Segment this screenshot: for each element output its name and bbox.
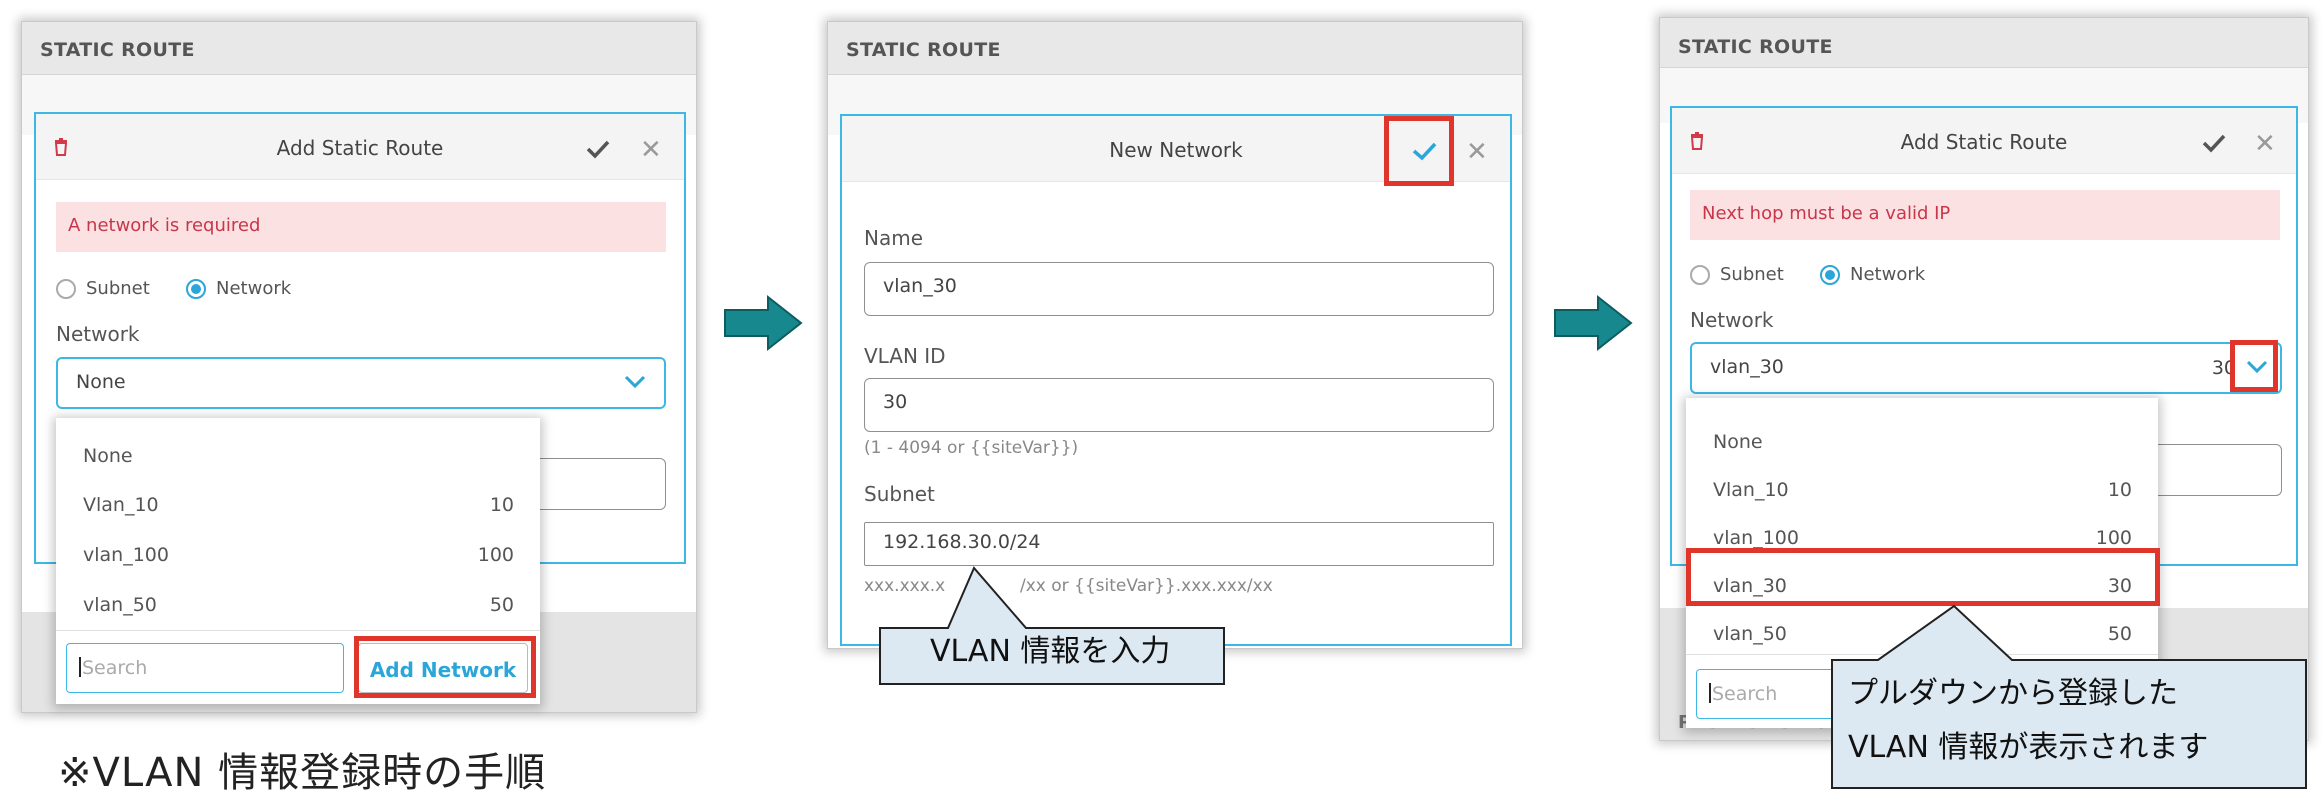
highlight-chevron xyxy=(2230,340,2278,392)
radio-network[interactable]: Network xyxy=(186,278,291,299)
list-item[interactable]: Vlan_10 10 xyxy=(56,481,540,531)
network-select[interactable]: None xyxy=(56,357,666,409)
subnet-label: Subnet xyxy=(864,482,935,506)
name-field[interactable]: vlan_30 xyxy=(864,262,1494,316)
panel-header: STATIC ROUTE xyxy=(828,22,1522,75)
radio-off-icon[interactable] xyxy=(1690,264,1710,285)
close-icon[interactable]: ✕ xyxy=(2254,131,2276,157)
callout-middle-text: VLAN 情報を入力 xyxy=(930,634,1171,669)
check-icon[interactable] xyxy=(586,139,610,159)
highlight-add-network xyxy=(354,636,536,698)
list-item[interactable]: vlan_100 100 xyxy=(56,531,540,581)
radio-network[interactable]: Network xyxy=(1820,264,1925,285)
subnet-field[interactable]: 192.168.30.0/24 xyxy=(864,522,1494,566)
vlan-id-hint: (1 - 4094 or {{siteVar}}) xyxy=(864,438,1079,458)
list-item[interactable]: None xyxy=(1686,418,2158,468)
radio-subnet[interactable]: Subnet xyxy=(1690,264,1784,285)
list-item[interactable]: None xyxy=(56,432,540,482)
radio-on-icon[interactable] xyxy=(1820,264,1840,285)
check-icon[interactable] xyxy=(2202,133,2226,153)
radio-off-icon[interactable] xyxy=(56,278,76,299)
callout-right-line1: プルダウンから登録した xyxy=(1848,676,2178,711)
network-label: Network xyxy=(56,322,140,346)
chevron-down-icon[interactable] xyxy=(624,375,646,389)
network-select[interactable]: vlan_30 30 xyxy=(1690,342,2282,394)
vlan-id-label: VLAN ID xyxy=(864,344,946,368)
list-item[interactable]: Vlan_10 10 xyxy=(1686,466,2158,516)
radio-subnet[interactable]: Subnet xyxy=(56,278,150,299)
highlight-check xyxy=(1384,116,1454,186)
network-label: Network xyxy=(1690,308,1774,332)
callout-right-line2: VLAN 情報が表示されます xyxy=(1848,730,2209,765)
error-alert: Next hop must be a valid IP xyxy=(1690,190,2280,240)
procedure-note: ※VLAN 情報登録時の手順 xyxy=(58,750,547,793)
highlight-vlan30 xyxy=(1686,548,2160,606)
error-alert: A network is required xyxy=(56,202,666,252)
search-input[interactable]: Search xyxy=(66,643,344,693)
radio-on-icon[interactable] xyxy=(186,278,206,299)
close-icon[interactable]: ✕ xyxy=(1466,139,1488,165)
list-item[interactable]: vlan_50 50 xyxy=(56,581,540,631)
name-label: Name xyxy=(864,226,924,250)
vlan-id-field[interactable]: 30 xyxy=(864,378,1494,432)
step-arrow-icon xyxy=(1554,294,1633,352)
panel-header: STATIC ROUTE xyxy=(1660,18,2308,68)
panel-header: STATIC ROUTE xyxy=(22,22,696,75)
step-arrow-icon xyxy=(724,294,803,352)
close-icon[interactable]: ✕ xyxy=(640,137,662,163)
